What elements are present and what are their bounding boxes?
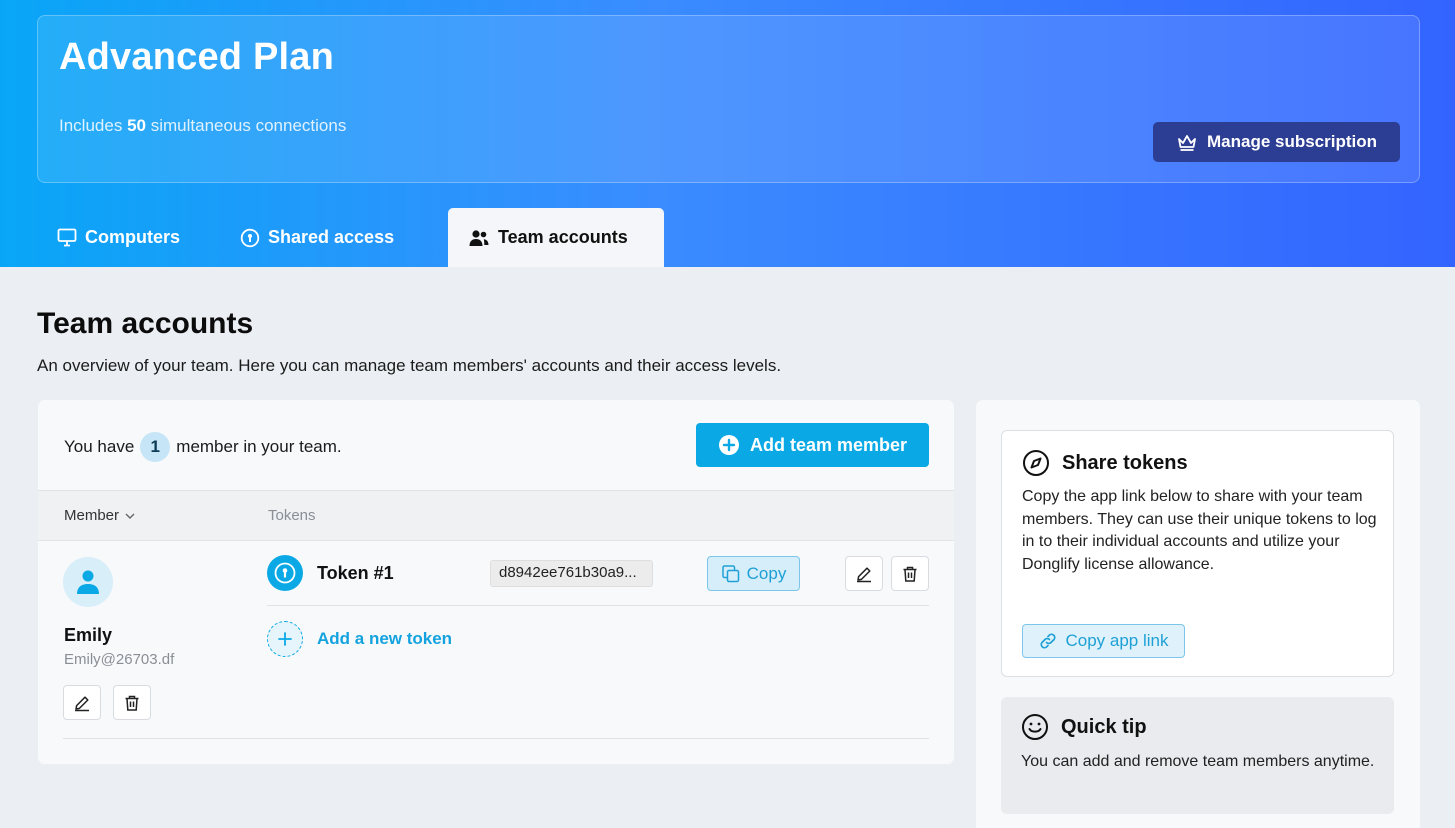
plan-title: Advanced Plan: [59, 36, 335, 78]
compass-icon: [1023, 450, 1049, 476]
plan-description: Includes 50 simultaneous connections: [59, 116, 346, 136]
side-panel: Share tokens Copy the app link below to …: [976, 400, 1420, 828]
quick-tip-heading: Quick tip: [1021, 713, 1147, 741]
delete-member-button[interactable]: [113, 685, 151, 720]
tokens-column-header: Tokens: [268, 507, 316, 524]
keyhole-icon: [240, 228, 260, 247]
member-column-label: Member: [64, 507, 120, 524]
page-description: An overview of your team. Here you can m…: [37, 356, 782, 375]
edit-member-button[interactable]: [63, 685, 101, 720]
add-team-member-label: Add team member: [749, 434, 908, 455]
monitor-icon: [57, 228, 77, 247]
share-tokens-heading: Share tokens: [1022, 449, 1188, 477]
tab-computers-label: Computers: [85, 227, 181, 247]
count-suffix: member in your team.: [176, 437, 342, 456]
share-tokens-text: Copy the app link below to share with yo…: [1022, 488, 1377, 573]
quick-tip-text: You can add and remove team members anyt…: [1021, 753, 1375, 770]
plan-header: Advanced Plan Includes 50 simultaneous c…: [0, 0, 1455, 267]
tab-shared-access-label: Shared access: [268, 227, 395, 247]
copy-token-label: Copy: [746, 563, 787, 583]
member-count-badge: 1: [140, 432, 171, 462]
tab-shared-access[interactable]: Shared access: [220, 208, 448, 267]
page-title: Team accounts: [37, 307, 254, 340]
token-name: Token #1: [317, 563, 394, 583]
user-icon: [77, 570, 99, 594]
chevron-down-icon: [125, 513, 135, 519]
trash-icon: [903, 566, 917, 582]
connections-count: 50: [127, 116, 146, 135]
plan-sub-suffix: simultaneous connections: [150, 116, 347, 135]
members-count: You have 1 member in your team.: [64, 432, 342, 462]
quick-tip-title: Quick tip: [1061, 715, 1147, 738]
token-divider: [267, 605, 929, 606]
copy-icon: [721, 564, 739, 582]
quick-tip-card: Quick tip You can add and remove team me…: [1001, 697, 1394, 814]
tab-computers[interactable]: Computers: [37, 208, 213, 267]
add-team-member-button[interactable]: Add team member: [696, 423, 929, 467]
tab-team-accounts-label: Team accounts: [498, 227, 628, 247]
share-tokens-title: Share tokens: [1062, 451, 1188, 474]
plan-sub-prefix: Includes: [59, 116, 123, 135]
copy-token-button[interactable]: Copy: [707, 556, 800, 591]
tab-bar: Computers Shared access Team accounts: [37, 208, 664, 267]
member-column-header[interactable]: Member: [64, 507, 136, 524]
row-divider: [63, 738, 929, 739]
manage-subscription-button[interactable]: Manage subscription: [1153, 122, 1400, 162]
pencil-icon: [75, 695, 89, 711]
share-tokens-card: Share tokens Copy the app link below to …: [1001, 430, 1394, 677]
copy-app-link-label: Copy app link: [1065, 631, 1169, 650]
tab-team-accounts[interactable]: Team accounts: [448, 208, 664, 267]
trash-icon: [125, 695, 139, 711]
manage-subscription-label: Manage subscription: [1206, 132, 1378, 151]
copy-app-link-button[interactable]: Copy app link: [1022, 624, 1185, 658]
crown-icon: [1178, 135, 1196, 151]
delete-token-button[interactable]: [891, 556, 929, 591]
table-header: Member Tokens: [38, 490, 954, 541]
smiley-icon: [1022, 714, 1048, 740]
avatar: [63, 557, 113, 607]
add-token-plus-icon[interactable]: [267, 621, 303, 657]
member-email: Emily@26703.df: [64, 651, 175, 668]
link-icon: [1040, 633, 1057, 649]
plus-circle-icon: [718, 435, 739, 455]
member-name: Emily: [64, 625, 113, 645]
team-panel: You have 1 member in your team. Add team…: [38, 400, 954, 764]
add-new-token-link[interactable]: Add a new token: [317, 629, 452, 649]
users-icon: [469, 229, 489, 246]
edit-token-button[interactable]: [845, 556, 883, 591]
token-keyhole-icon: [267, 555, 303, 591]
count-prefix: You have: [64, 437, 135, 456]
pencil-icon: [857, 566, 871, 582]
plan-card: Advanced Plan Includes 50 simultaneous c…: [37, 15, 1420, 183]
token-value: d8942ee761b30a9...: [490, 560, 653, 587]
